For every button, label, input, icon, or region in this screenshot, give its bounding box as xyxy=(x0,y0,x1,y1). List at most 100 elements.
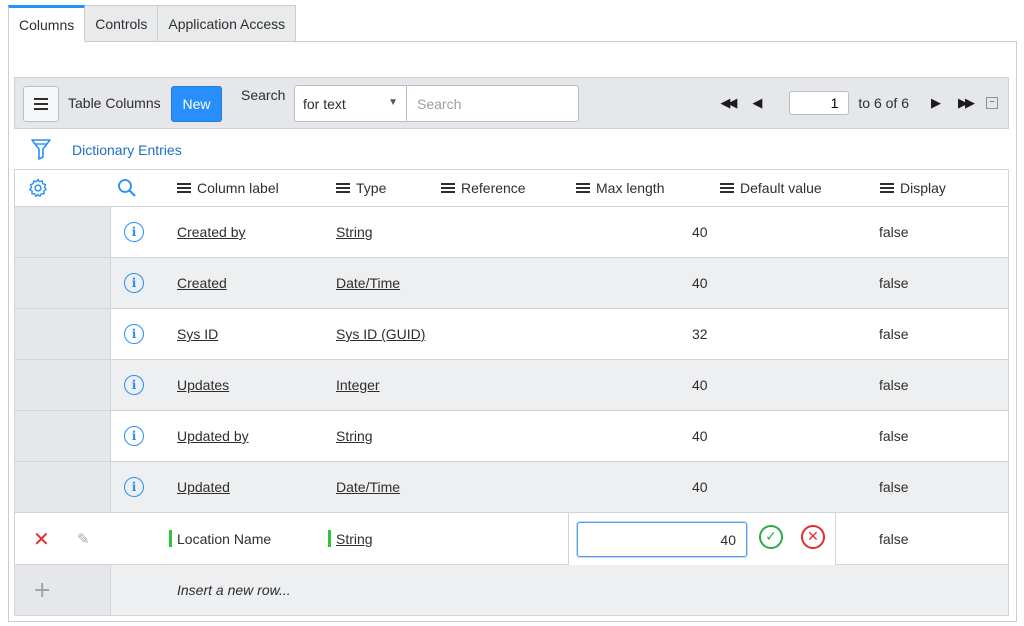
columns-table: Column label Type Reference Max length D… xyxy=(14,169,1009,616)
display-value: false xyxy=(879,428,909,444)
display-value: false xyxy=(879,275,909,291)
row-gutter xyxy=(15,309,111,359)
pencil-icon[interactable]: ✎ xyxy=(77,530,90,548)
column-menu-icon xyxy=(880,183,894,193)
display-value: false xyxy=(879,377,909,393)
new-table-row[interactable]: ✕ ✎ Location Name String ✓ ✕ false xyxy=(15,513,1008,565)
header-column-label[interactable]: Column label xyxy=(177,180,279,196)
search-columns-icon[interactable] xyxy=(117,178,137,198)
insert-new-row-text[interactable]: Insert a new row... xyxy=(177,582,291,598)
tab-controls[interactable]: Controls xyxy=(84,5,159,42)
chevron-down-icon: ▼ xyxy=(388,97,398,108)
max-length-value: 40 xyxy=(692,479,708,495)
search-field-value: for text xyxy=(303,95,346,112)
plus-icon[interactable]: + xyxy=(33,578,51,603)
display-value: false xyxy=(879,326,909,342)
table-header: Column label Type Reference Max length D… xyxy=(15,170,1008,207)
row-gutter xyxy=(15,258,111,308)
column-menu-icon xyxy=(441,183,455,193)
max-length-value: 40 xyxy=(692,377,708,393)
type-link[interactable]: Date/Time xyxy=(336,275,400,291)
collapse-icon[interactable]: − xyxy=(986,97,998,109)
max-length-value: 40 xyxy=(692,224,708,240)
max-length-value: 40 xyxy=(692,428,708,444)
type-link[interactable]: String xyxy=(336,224,373,240)
max-length-value: 40 xyxy=(692,275,708,291)
settings-gear-icon[interactable] xyxy=(27,177,49,199)
type-link[interactable]: Integer xyxy=(336,377,380,393)
dictionary-entries-link[interactable]: Dictionary Entries xyxy=(72,142,182,158)
table-row[interactable]: i Sys ID Sys ID (GUID) 32 false xyxy=(15,309,1008,360)
info-icon[interactable]: i xyxy=(124,324,144,344)
table-row[interactable]: i Created by String 40 false xyxy=(15,207,1008,258)
type-link[interactable]: String xyxy=(336,531,373,547)
tab-application-access[interactable]: Application Access xyxy=(157,5,297,42)
search-field-select[interactable]: for text ▼ xyxy=(294,85,407,122)
display-value: false xyxy=(879,224,909,240)
column-menu-icon xyxy=(177,183,191,193)
info-icon[interactable]: i xyxy=(124,477,144,497)
column-menu-icon xyxy=(336,183,350,193)
tab-columns[interactable]: Columns xyxy=(8,5,86,42)
column-menu-icon xyxy=(576,183,590,193)
table-row[interactable]: i Updated Date/Time 40 false xyxy=(15,462,1008,513)
delete-row-icon[interactable]: ✕ xyxy=(33,527,50,551)
changed-marker xyxy=(328,530,331,547)
column-label-link[interactable]: Created xyxy=(177,275,227,291)
insert-row[interactable]: + Insert a new row... xyxy=(15,565,1008,615)
filter-funnel-icon[interactable] xyxy=(30,138,52,162)
type-link[interactable]: Sys ID (GUID) xyxy=(336,326,425,342)
header-default-value[interactable]: Default value xyxy=(720,180,822,196)
header-max-length[interactable]: Max length xyxy=(576,180,664,196)
column-label-value[interactable]: Location Name xyxy=(177,531,271,547)
display-value[interactable]: false xyxy=(879,531,909,547)
tab-bar: Columns Controls Application Access xyxy=(8,5,297,42)
info-icon[interactable]: i xyxy=(124,273,144,293)
header-reference[interactable]: Reference xyxy=(441,180,526,196)
filter-breadcrumb: Dictionary Entries xyxy=(30,136,182,164)
list-title: Table Columns xyxy=(68,95,161,111)
hamburger-icon xyxy=(34,98,48,100)
table-row[interactable]: i Created Date/Time 40 false xyxy=(15,258,1008,309)
pagination: ◀◀ ◀ to 6 of 6 ▶ ▶▶ − xyxy=(720,89,998,117)
row-gutter xyxy=(15,513,111,564)
column-label-link[interactable]: Updates xyxy=(177,377,229,393)
next-page-icon[interactable]: ▶ xyxy=(931,96,941,111)
confirm-check-icon[interactable]: ✓ xyxy=(759,525,783,549)
info-icon[interactable]: i xyxy=(124,426,144,446)
column-menu-icon xyxy=(720,183,734,193)
table-row[interactable]: i Updates Integer 40 false xyxy=(15,360,1008,411)
new-button[interactable]: New xyxy=(171,86,222,122)
search-label: Search xyxy=(241,87,286,103)
column-label-link[interactable]: Created by xyxy=(177,224,245,240)
type-link[interactable]: String xyxy=(336,428,373,444)
display-value: false xyxy=(879,479,909,495)
page-range: to 6 of 6 xyxy=(858,95,909,111)
max-length-input[interactable] xyxy=(577,522,747,557)
first-page-icon[interactable]: ◀◀ xyxy=(720,96,737,111)
row-gutter xyxy=(15,207,111,257)
row-gutter xyxy=(15,360,111,410)
previous-page-icon[interactable]: ◀ xyxy=(752,96,762,111)
row-gutter xyxy=(15,462,111,512)
header-display[interactable]: Display xyxy=(880,180,946,196)
header-type[interactable]: Type xyxy=(336,180,386,196)
column-label-link[interactable]: Sys ID xyxy=(177,326,218,342)
search-input[interactable] xyxy=(406,85,579,122)
column-label-link[interactable]: Updated xyxy=(177,479,230,495)
info-icon[interactable]: i xyxy=(124,375,144,395)
type-link[interactable]: Date/Time xyxy=(336,479,400,495)
info-icon[interactable]: i xyxy=(124,222,144,242)
table-row[interactable]: i Updated by String 40 false xyxy=(15,411,1008,462)
last-page-icon[interactable]: ▶▶ xyxy=(958,96,975,111)
page-number-input[interactable] xyxy=(789,91,850,115)
row-gutter xyxy=(15,411,111,461)
list-toolbar: Table Columns New Search for text ▼ ◀◀ ◀… xyxy=(14,77,1009,129)
column-label-link[interactable]: Updated by xyxy=(177,428,249,444)
max-length-edit-cell: ✓ ✕ xyxy=(568,513,836,565)
cancel-x-icon[interactable]: ✕ xyxy=(801,525,825,549)
max-length-value: 32 xyxy=(692,326,708,342)
list-menu-button[interactable] xyxy=(23,86,59,122)
changed-marker xyxy=(169,530,172,547)
row-gutter xyxy=(15,565,111,615)
